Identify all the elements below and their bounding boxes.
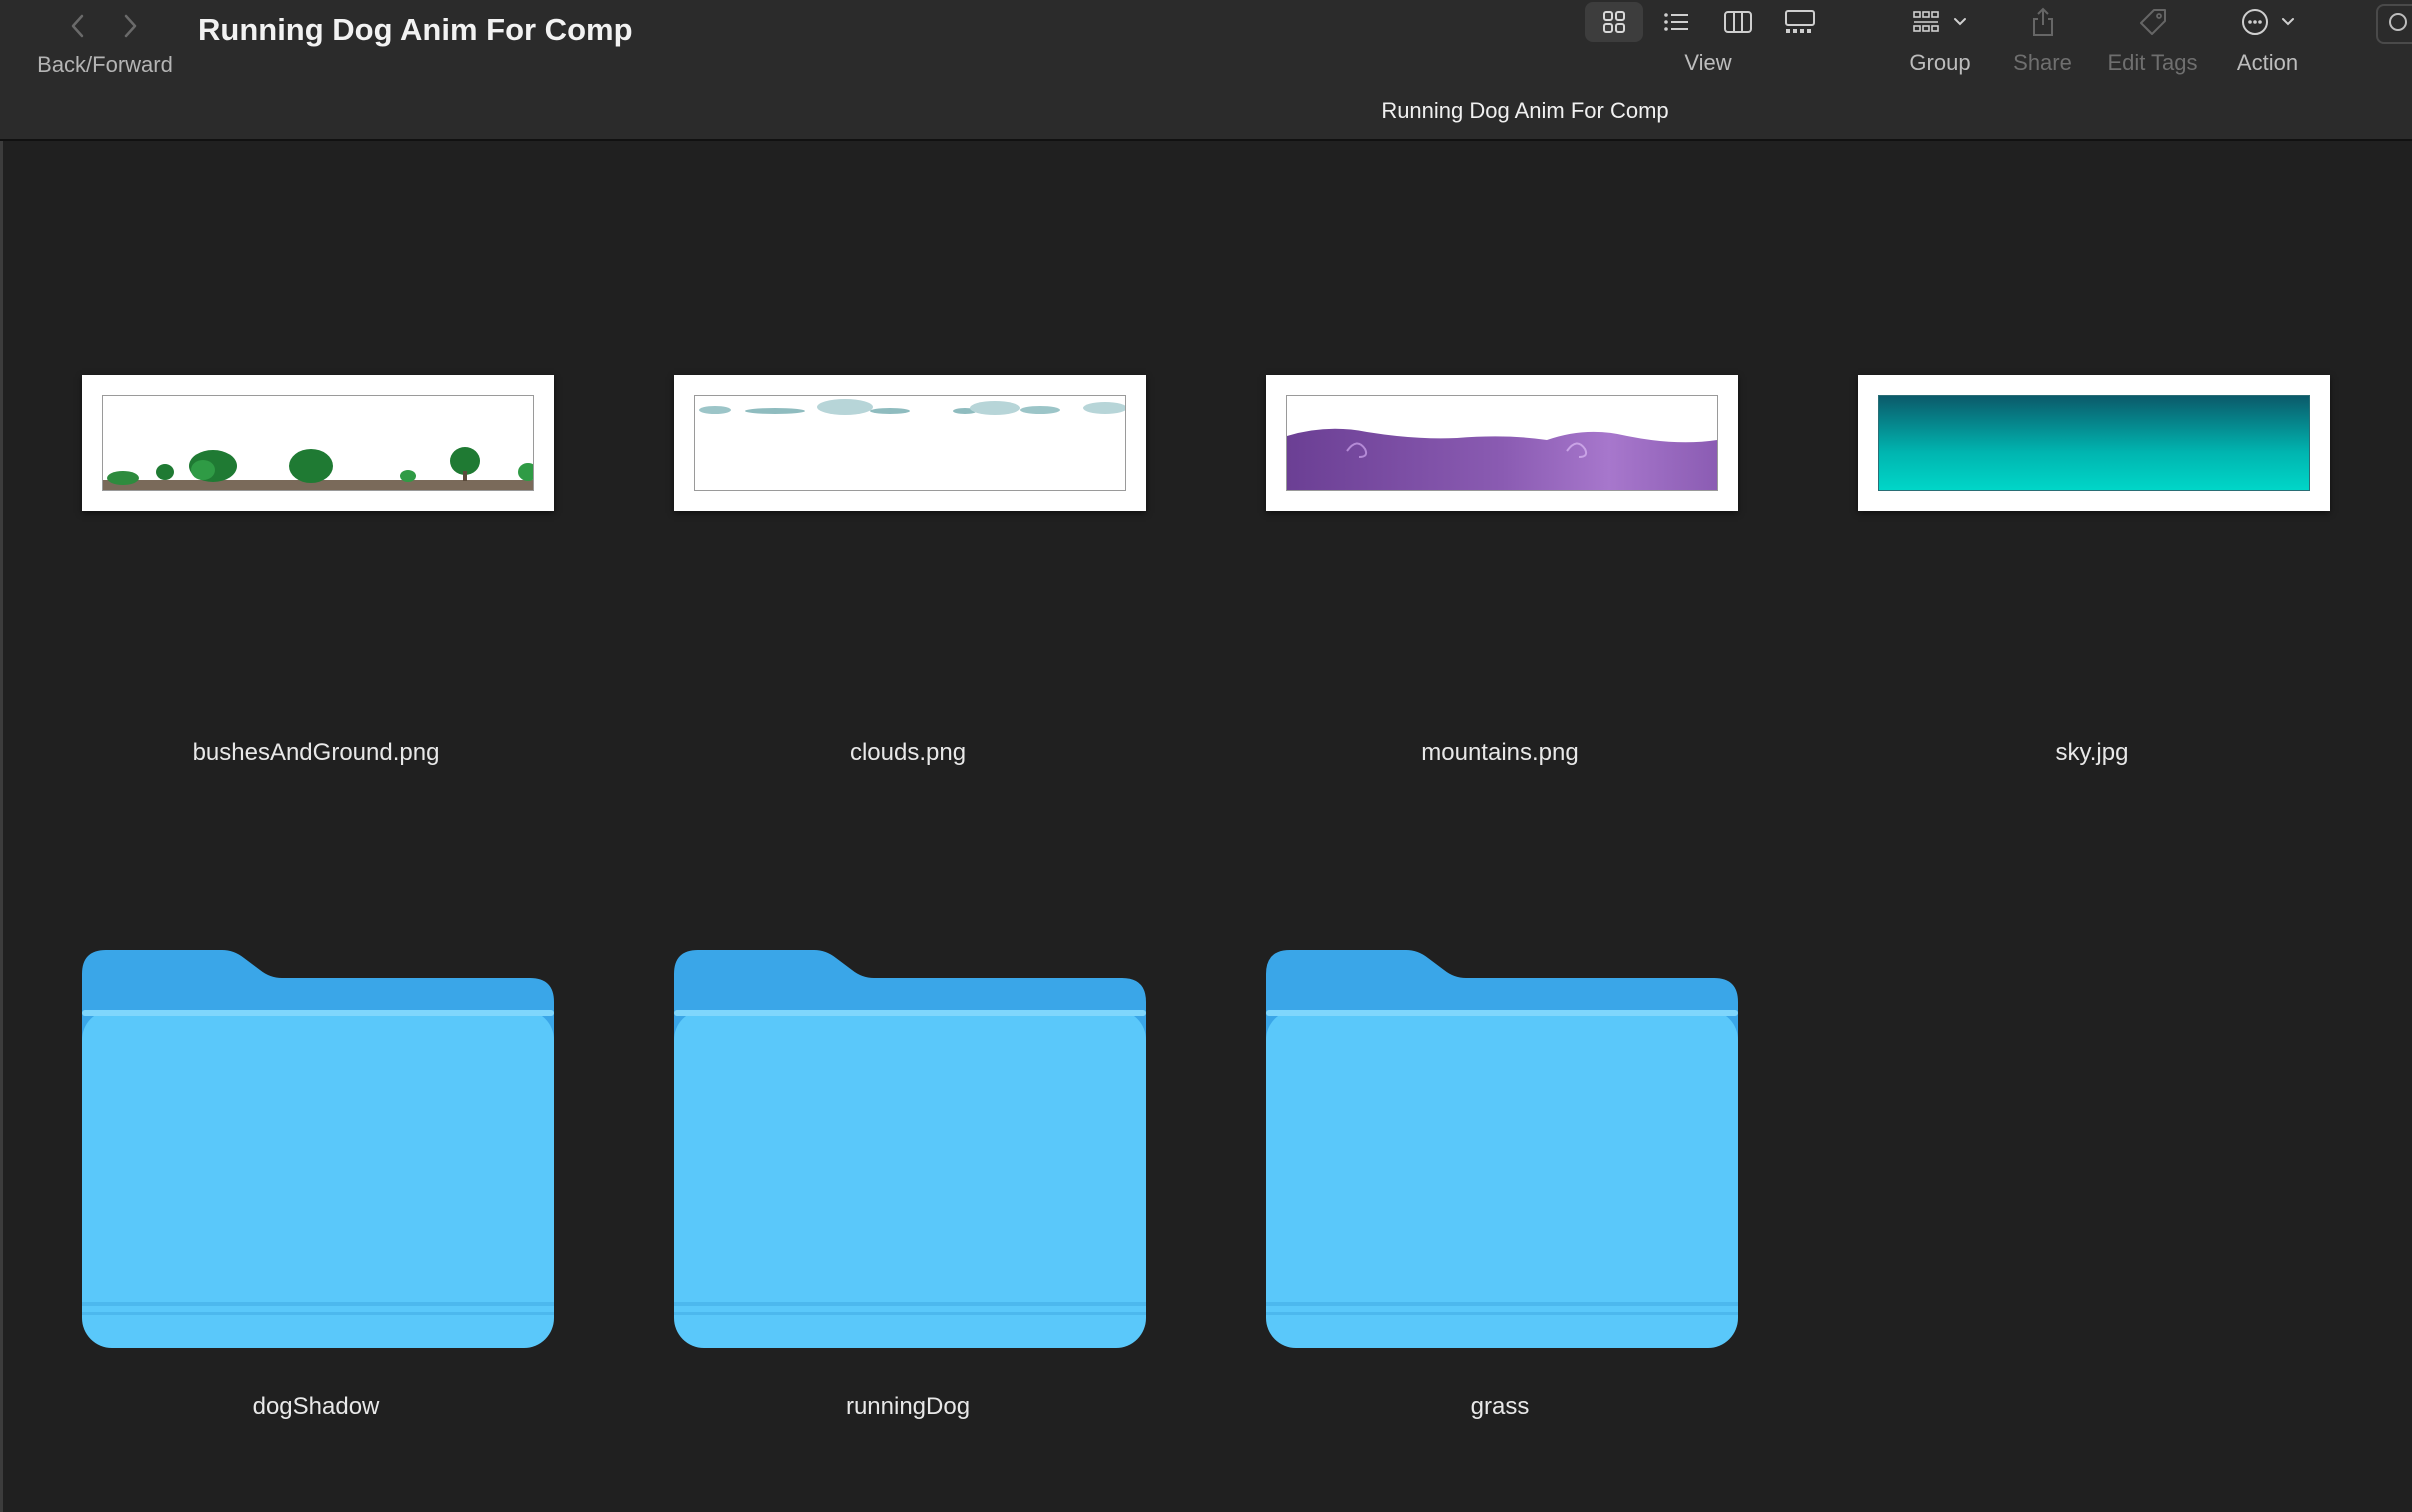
group-button[interactable]: Group [1895,0,1985,80]
list-icon [1664,13,1688,31]
chevron-down-icon [2281,18,2294,26]
file-item[interactable]: mountains.png [1250,143,1750,783]
list-view-button[interactable] [1647,2,1705,42]
ellipsis-circle-icon [2241,9,2268,35]
file-thumbnail [1858,375,2330,511]
sky-thumbnail-image [1879,396,2309,490]
view-group: View [1583,0,1833,80]
search-button[interactable] [2376,4,2412,44]
columns-icon [1724,11,1752,33]
search-icon [2389,13,2407,31]
back-forward-group: Back/Forward [30,6,180,77]
tag-icon [2139,9,2166,35]
file-thumbnail [82,375,554,511]
file-item[interactable]: bushesAndGround.png [66,143,566,783]
folder-name: grass [1470,1393,1530,1420]
forward-button[interactable] [110,6,150,46]
edit-tags-label: Edit Tags [2107,50,2198,75]
icon-grid-icon [1603,11,1625,33]
folder-item[interactable]: dogShadow [66,893,566,1453]
file-name: clouds.png [849,739,967,766]
folder-item[interactable]: grass [1250,893,1750,1453]
folder-icon [82,950,554,1348]
file-item[interactable]: clouds.png [658,143,1158,783]
clouds-thumbnail-image [695,396,1125,490]
back-forward-label: Back/Forward [37,52,173,77]
file-thumbnail [674,375,1146,511]
file-name: mountains.png [1421,739,1579,766]
share-icon [2032,7,2053,36]
path-bar-title: Running Dog Anim For Comp [1381,98,1669,123]
view-label: View [1684,50,1732,75]
share-label: Share [2013,50,2072,75]
folder-icon [1266,950,1738,1348]
icon-view-button[interactable] [1585,2,1643,42]
gallery-icon [1785,10,1815,33]
folder-item[interactable]: runningDog [658,893,1158,1453]
chevron-right-icon [124,14,137,38]
file-name: bushesAndGround.png [192,739,440,766]
chevron-left-icon [71,14,84,38]
window-title: Running Dog Anim For Comp [198,12,633,47]
folder-name: dogShadow [252,1393,380,1420]
action-button[interactable]: Action [2225,0,2310,80]
finder-window: Back/Forward Running Dog Anim For Comp V… [0,0,2412,1512]
file-thumbnail [1266,375,1738,511]
share-button[interactable]: Share [2000,0,2085,80]
back-button[interactable] [58,6,98,46]
group-icon [1913,11,1939,32]
bushes-thumbnail-image [103,396,533,490]
file-name: sky.jpg [2055,739,2129,766]
folder-icon [674,950,1146,1348]
file-grid: bushesAndGround.png clouds.png mountains… [0,143,2412,1512]
column-view-button[interactable] [1709,2,1767,42]
edit-tags-button[interactable]: Edit Tags [2095,0,2210,80]
group-label: Group [1909,50,1971,75]
toolbar: Back/Forward Running Dog Anim For Comp V… [0,0,2412,141]
mountains-thumbnail-image [1287,396,1717,490]
gallery-view-button[interactable] [1771,2,1829,42]
chevron-down-icon [1954,18,1966,26]
file-item[interactable]: sky.jpg [1842,143,2342,783]
folder-name: runningDog [845,1393,971,1420]
action-label: Action [2236,50,2299,75]
